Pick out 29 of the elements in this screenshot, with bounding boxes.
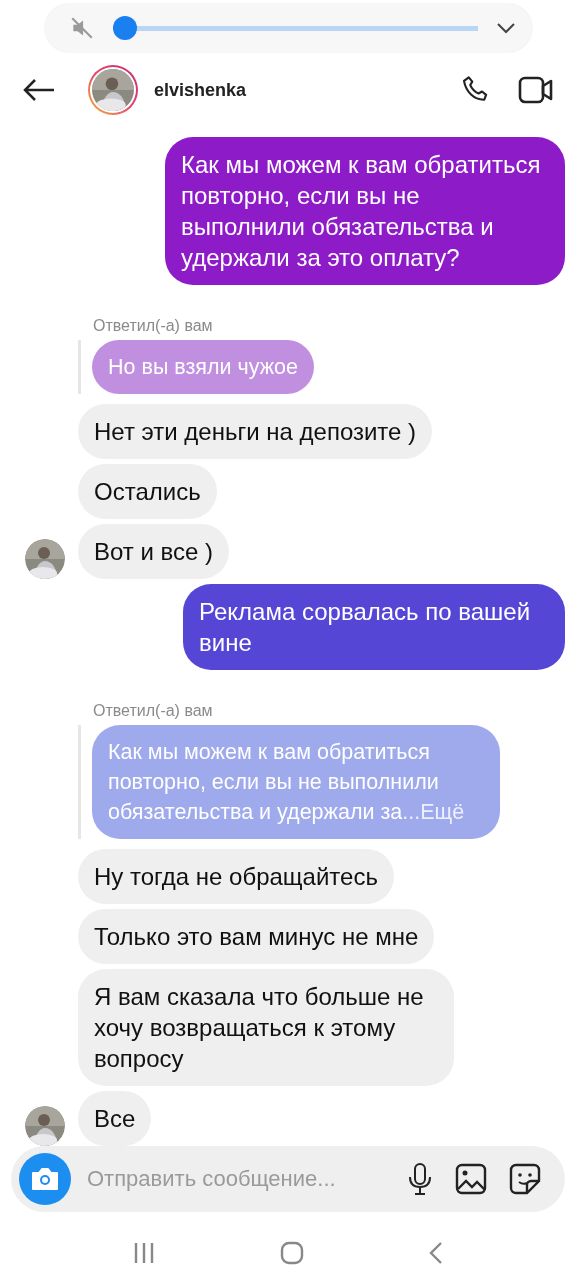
message-bubble: Реклама сорвалась по вашей вине	[183, 584, 565, 670]
reply-label: Ответил(-а) вам	[93, 317, 214, 335]
slider-thumb[interactable]	[113, 16, 137, 40]
username[interactable]: elvishenka	[154, 79, 434, 101]
message-bubble: Все	[78, 1091, 152, 1146]
sticker-icon[interactable]	[509, 1163, 541, 1195]
recent-apps-icon[interactable]	[132, 1242, 155, 1264]
image-icon[interactable]	[455, 1163, 487, 1195]
message-bubble: Я вам сказала что больше не хочу возвращаться к этому вопросу	[78, 969, 454, 1086]
reply-label: Ответил(-а) вам	[93, 702, 214, 720]
message-field[interactable]: Отправить сообщение...	[85, 1165, 385, 1193]
chevron-down-icon[interactable]	[496, 22, 516, 34]
camera-button[interactable]	[19, 1153, 71, 1205]
message-bubble: Вот и все )	[78, 524, 230, 579]
quoted-message: Но вы взяли чужое	[92, 340, 314, 394]
quoted-message: Как мы можем к вам обратиться повторно, если вы не выполнили обязательства и удержали за...Ещё	[92, 725, 500, 839]
back-button[interactable]	[22, 78, 56, 102]
back-icon[interactable]	[429, 1241, 444, 1265]
message-bubble: Нет эти деньги на депозите )	[78, 404, 433, 459]
avatar-ring[interactable]	[88, 65, 138, 115]
message-bubble: Остались	[78, 464, 217, 519]
home-icon[interactable]	[280, 1241, 304, 1265]
camera-icon[interactable]	[30, 1166, 60, 1192]
message-bubble: Только это вам минус не мне	[78, 909, 435, 964]
message-bubble: Ну тогда не обращайтесь	[78, 849, 394, 904]
microphone-icon[interactable]	[407, 1162, 433, 1196]
video-call-button[interactable]	[518, 75, 554, 105]
message-bubble: Как мы можем к вам обратиться повторно, если вы не выполнили обязательства и удержали за это оплату?	[165, 137, 565, 285]
mute-icon[interactable]	[69, 15, 95, 41]
